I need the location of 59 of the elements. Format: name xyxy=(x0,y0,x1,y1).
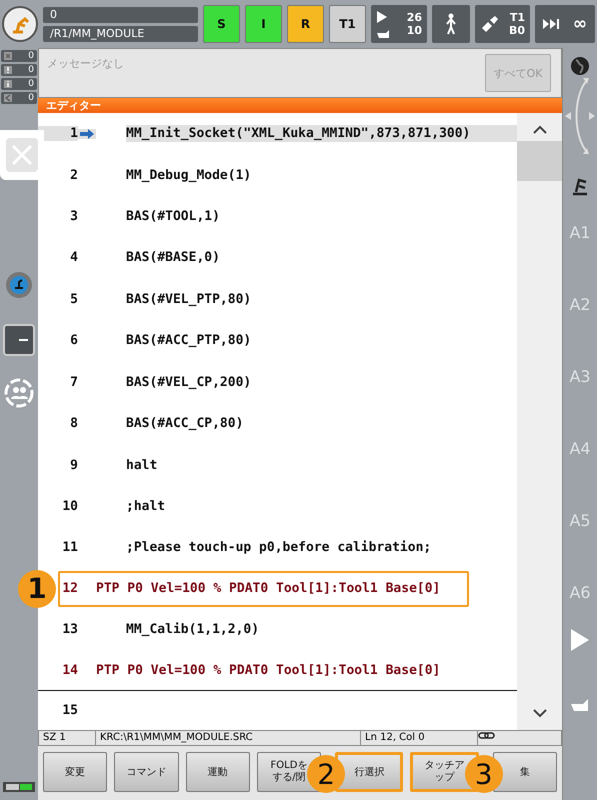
line-number: 9 xyxy=(69,458,78,473)
cursor-status: SZ 1 xyxy=(39,731,96,745)
link-icon xyxy=(478,731,496,740)
status-field: 0 xyxy=(43,6,198,22)
battery-icon xyxy=(3,782,35,792)
status-indicator[interactable]: T1 xyxy=(329,5,366,43)
base-number: B0 xyxy=(508,24,525,37)
tool-icon xyxy=(480,14,500,34)
play-icon xyxy=(376,10,388,24)
file-path: KRC:\R1\MM\MM_MODULE.SRC xyxy=(96,731,361,745)
error-icon xyxy=(4,52,12,60)
line-number: 11 xyxy=(61,540,78,556)
editor-title: エディター xyxy=(38,98,562,113)
robot-logo-icon[interactable] xyxy=(2,6,38,42)
softkey-button[interactable]: 変更 xyxy=(43,752,108,792)
hand-override: 10 xyxy=(406,24,422,37)
softkey-button[interactable]: 行選択 xyxy=(335,752,404,792)
status-indicator[interactable]: R xyxy=(287,5,324,43)
current-line-arrow-icon xyxy=(80,128,94,139)
softkey-button[interactable]: 集 xyxy=(492,752,557,792)
info-icon xyxy=(4,80,12,88)
speed-mode: ∞ xyxy=(572,14,587,34)
close-icon xyxy=(11,144,33,166)
line-number: 6 xyxy=(69,333,78,348)
chevron-up-icon[interactable] xyxy=(532,125,546,135)
softkey-button[interactable]: 運動 xyxy=(186,752,250,792)
line-number: 3 xyxy=(69,209,78,224)
code-line[interactable]: PTP P0 Vel=100 % PDAT0 Tool[1]:Tool1 Base[0] xyxy=(96,580,440,598)
line-number: 10 xyxy=(61,499,78,514)
program-path: /R1/MM_MODULE xyxy=(43,26,198,42)
softkey-button[interactable]: コマンド xyxy=(114,752,179,792)
line-number: 4 xyxy=(69,250,78,266)
code-line[interactable]: PTP P0 Vel=100 % PDAT0 Tool[1]:Tool1 Base[0] xyxy=(96,662,440,679)
message-counter[interactable]: 0 xyxy=(1,92,37,104)
step-callout-tooltip: 1 xyxy=(18,570,56,608)
line-number: 7 xyxy=(69,374,78,390)
wait-icon xyxy=(4,94,12,102)
cursor-position: Ln 12, Col 0 xyxy=(361,731,478,745)
line-number: 2 xyxy=(69,168,78,183)
status-indicator[interactable]: S xyxy=(203,5,240,43)
status-indicator[interactable]: I xyxy=(245,5,282,43)
line-number: 5 xyxy=(69,292,78,307)
play-icon[interactable] xyxy=(570,628,590,652)
line-number: 14 xyxy=(61,662,78,678)
message-counter[interactable]: 0 xyxy=(1,78,37,90)
users-icon[interactable] xyxy=(4,378,34,408)
message-counter[interactable]: 0 xyxy=(1,64,37,76)
chevron-down-icon[interactable] xyxy=(532,708,546,718)
message-counter[interactable]: 0 xyxy=(1,50,37,62)
warning-icon xyxy=(4,66,12,74)
program-override: 26 xyxy=(406,11,422,24)
line-number: 12 xyxy=(61,581,78,596)
step-icon xyxy=(543,17,559,31)
line-number: 15 xyxy=(61,703,78,718)
tool-number: T1 xyxy=(508,11,525,24)
message-text: メッセージなし xyxy=(46,56,125,72)
line-number: 13 xyxy=(61,622,78,637)
scrollbar-thumb[interactable] xyxy=(517,141,562,181)
line-number: 8 xyxy=(69,416,78,432)
